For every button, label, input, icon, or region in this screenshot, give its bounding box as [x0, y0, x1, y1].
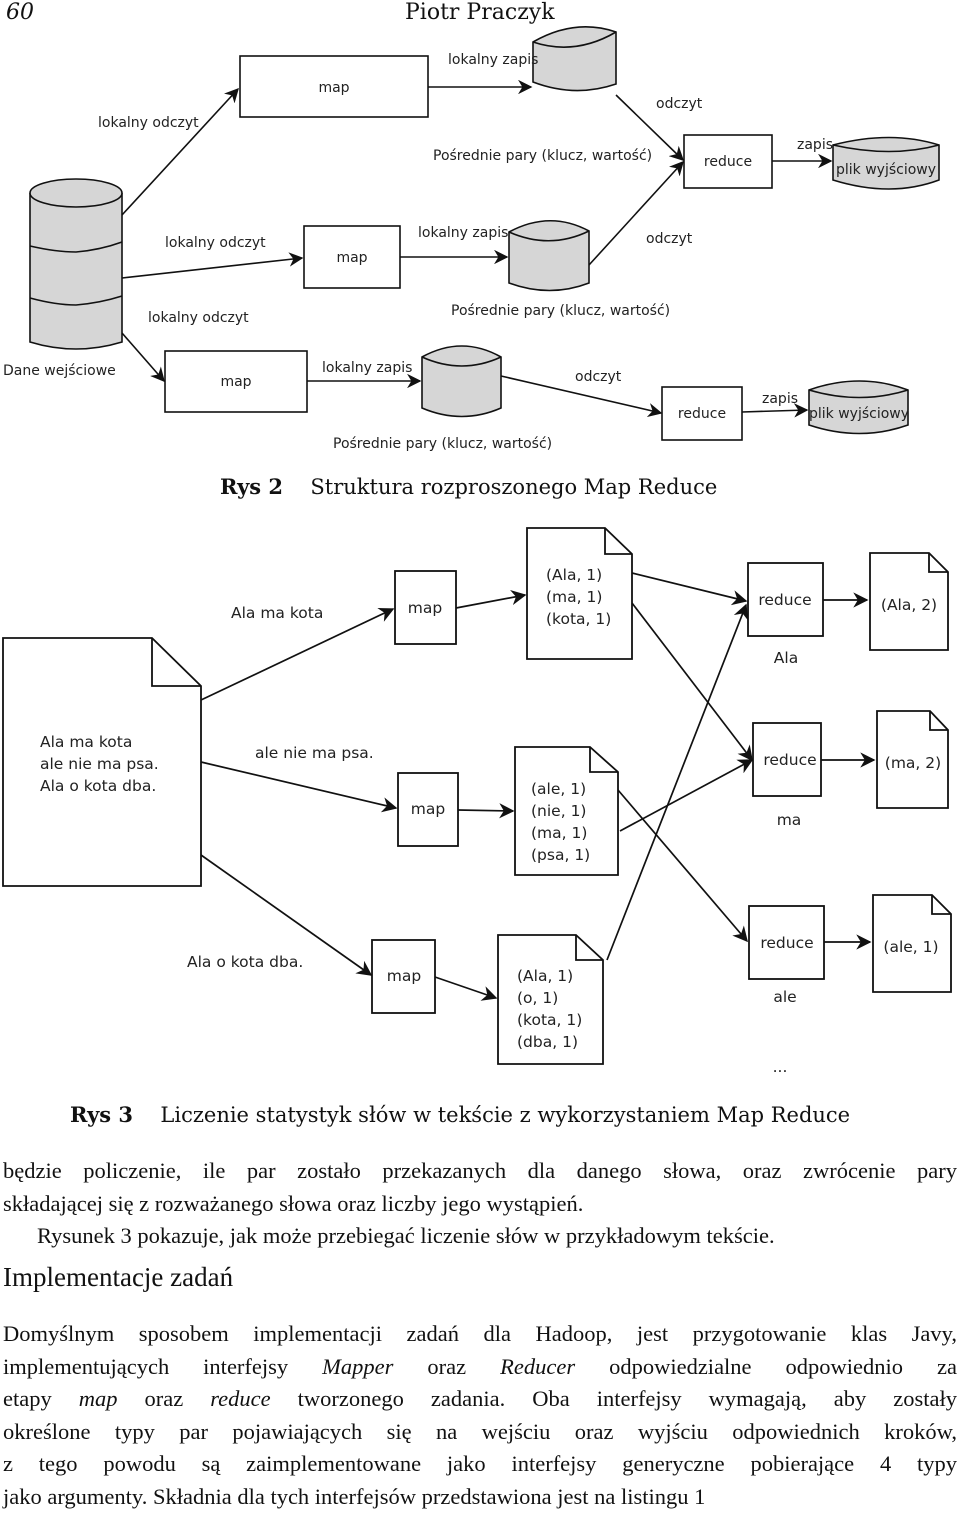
map-label-c: map [387, 967, 421, 985]
doc3-line-3: (kota, 1) [517, 1011, 582, 1029]
doc3-line-1: (Ala, 1) [517, 967, 573, 985]
split-label-3: Ala o kota dba. [187, 953, 303, 971]
doc1-line-1: (Ala, 1) [546, 566, 602, 584]
doc2-line-1: (ale, 1) [531, 780, 586, 798]
text-run: oraz [393, 1354, 500, 1379]
map-label-a: map [408, 599, 442, 617]
section-title: Implementacje zadań [3, 1262, 233, 1293]
paragraph-3-line-2: implementujących interfejsy Mapper oraz … [3, 1351, 957, 1384]
doc2-line-4: (psa, 1) [531, 846, 590, 864]
figure-3-diagram: Ala ma kota ale nie ma psa. Ala o kota d… [0, 0, 960, 1090]
reducer-term: Reducer [500, 1354, 575, 1379]
reducer-key-ma: ma [777, 811, 802, 829]
split-label-2: ale nie ma psa. [255, 744, 374, 762]
doc1-line-2: (ma, 1) [546, 588, 602, 606]
reduce-term: reduce [210, 1386, 270, 1411]
paragraph-1-line-1: będzie policzenie, ile par zostało przek… [3, 1155, 957, 1188]
split-label-1: Ala ma kota [231, 604, 323, 622]
text-run: tworzonego zadania. Oba interfejsy wymag… [271, 1386, 957, 1411]
reduce-label-ma: reduce [763, 751, 816, 769]
text-run: oraz [118, 1386, 211, 1411]
reduce-label-ala: reduce [758, 591, 811, 609]
more-reducers-ellipsis: ... [773, 1058, 788, 1076]
doc3-line-2: (o, 1) [517, 989, 558, 1007]
paragraph-1: będzie policzenie, ile par zostało przek… [3, 1155, 957, 1253]
reduce-label-ale: reduce [760, 934, 813, 952]
input-doc-line-1: Ala ma kota [40, 733, 132, 751]
reducer-key-ala: Ala [774, 649, 798, 667]
text-run: implementujących interfejsy [3, 1354, 322, 1379]
doc2-line-2: (nie, 1) [531, 802, 586, 820]
figure-3-number: Rys 3 [70, 1102, 133, 1127]
doc2-line-3: (ma, 1) [531, 824, 587, 842]
paragraph-3-line-4: określone typy par pojawiających się na … [3, 1416, 957, 1449]
map-label-b: map [411, 800, 445, 818]
paragraph-1-line-2: składającej się z rozważanego słowa oraz… [3, 1188, 957, 1221]
text-run: odpowiedzialne odpowiednio za [575, 1354, 957, 1379]
output-ala: (Ala, 2) [881, 596, 937, 614]
paragraph-2: Rysunek 3 pokazuje, jak może przebiegać … [3, 1220, 957, 1253]
reducer-key-ale: ale [773, 988, 796, 1006]
input-doc-line-2: ale nie ma psa. [40, 755, 159, 773]
output-ma: (ma, 2) [885, 754, 941, 772]
figure-3-caption-text: Liczenie statystyk słów w tekście z wyko… [160, 1103, 850, 1127]
doc3-line-4: (dba, 1) [517, 1033, 578, 1051]
input-doc-line-3: Ala o kota dba. [40, 777, 156, 795]
paragraph-3-line-5: z tego powodu są zaimplementowane jako i… [3, 1448, 957, 1481]
paragraph-3-line-6: jako argumenty. Składnia dla tych interf… [3, 1481, 957, 1513]
paragraph-3-line-3: etapy map oraz reduce tworzonego zadania… [3, 1383, 957, 1416]
doc1-line-3: (kota, 1) [546, 610, 611, 628]
text-run: etapy [3, 1386, 79, 1411]
output-ale: (ale, 1) [883, 938, 938, 956]
mapper-term: Mapper [322, 1354, 393, 1379]
paragraph-3: Domyślnym sposobem implementacji zadań d… [3, 1318, 957, 1513]
paragraph-3-line-1: Domyślnym sposobem implementacji zadań d… [3, 1318, 957, 1351]
map-term: map [79, 1386, 118, 1411]
